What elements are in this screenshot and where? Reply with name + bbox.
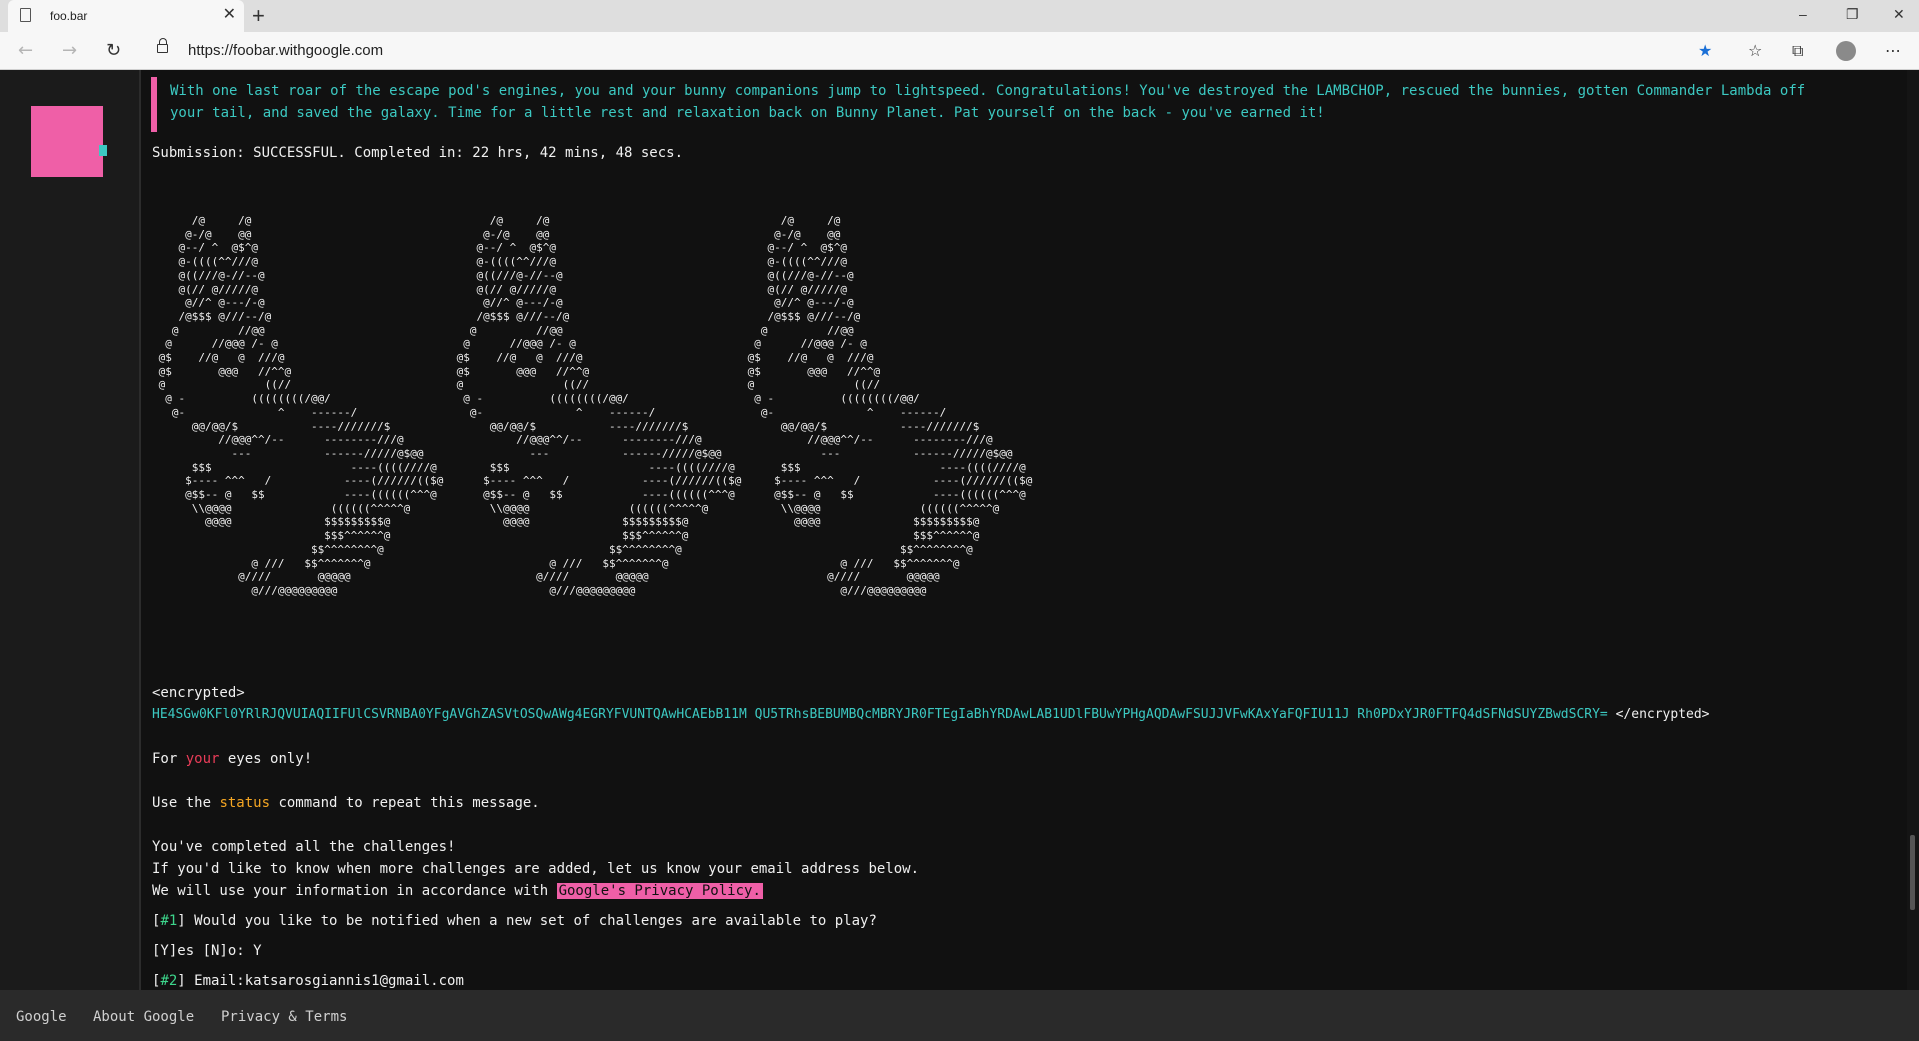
- privacy-pre: We will use your information in accordan…: [152, 883, 557, 899]
- sidebar: [0, 70, 139, 990]
- q2-number: #2: [160, 973, 178, 989]
- eyes-word: your: [185, 751, 220, 767]
- question-1: [#1] Would you like to be notified when …: [152, 913, 877, 929]
- footer-google-link[interactable]: Google: [16, 1009, 67, 1025]
- privacy-line: We will use your information in accordan…: [152, 883, 763, 899]
- footer-privacy-link[interactable]: Privacy & Terms: [221, 1009, 347, 1025]
- submission-status: Submission: SUCCESSFUL. Completed in: 22…: [152, 145, 684, 161]
- forward-icon[interactable]: →: [62, 40, 77, 61]
- status-pre: Use the: [152, 795, 220, 811]
- eyes-pre: For: [152, 751, 186, 767]
- story-line-2: your tail, and saved the galaxy. Time fo…: [170, 105, 1325, 121]
- page-icon: [20, 8, 31, 22]
- tab-strip: foo.bar ✕ + – ❐ ✕: [0, 0, 1919, 32]
- url-field[interactable]: https://foobar.withgoogle.com: [188, 42, 383, 59]
- q2-text: ] Email:katsarosgiannis1@gmail.com: [177, 973, 464, 989]
- scrollbar-thumb[interactable]: [1910, 835, 1915, 910]
- bunny-ascii-art: /@ /@ @-/@ @@ @--/ ^ @$^@ @-((((^^///@ @…: [747, 214, 1033, 597]
- yes-no-answer: [Y]es [N]o: Y: [152, 943, 262, 959]
- bunny-ascii-art: /@ /@ @-/@ @@ @--/ ^ @$^@ @-((((^^///@ @…: [456, 214, 742, 597]
- completed-line: You've completed all the challenges!: [152, 839, 456, 855]
- q1-number: #1: [160, 913, 178, 929]
- footer: Google About Google Privacy & Terms: [0, 990, 1919, 1041]
- terminal[interactable]: With one last roar of the escape pod's e…: [141, 70, 1911, 990]
- question-2: [#2] Email:katsarosgiannis1@gmail.com: [152, 973, 464, 989]
- eyes-post: eyes only!: [219, 751, 313, 767]
- reload-icon[interactable]: ↻: [106, 40, 121, 61]
- know-more-line: If you'd like to know when more challeng…: [152, 861, 920, 877]
- profile-icon[interactable]: [1836, 41, 1856, 61]
- q1-text: ] Would you like to be notified when a n…: [177, 913, 877, 929]
- status-command: status: [219, 795, 271, 811]
- collections-icon[interactable]: ⧉: [1792, 41, 1803, 61]
- footer-about-link[interactable]: About Google: [93, 1009, 194, 1025]
- foobar-logo: [31, 106, 103, 177]
- tab-title: foo.bar: [50, 9, 88, 23]
- more-icon[interactable]: ⋯: [1885, 41, 1901, 60]
- eyes-only-line: For your eyes only!: [152, 751, 312, 767]
- close-window-button[interactable]: ✕: [1893, 6, 1905, 23]
- bunny-ascii-art: /@ /@ @-/@ @@ @--/ ^ @$^@ @-((((^^///@ @…: [158, 214, 444, 597]
- encrypted-message: HE4SGw0KFl0YRlRJQVUIAQIIFUlCSVRNBA0YFgAV…: [152, 707, 1710, 722]
- encrypted-body: HE4SGw0KFl0YRlRJQVUIAQIIFUlCSVRNBA0YFgAV…: [152, 707, 1608, 722]
- star-icon[interactable]: ★: [1698, 41, 1712, 60]
- privacy-policy-link[interactable]: Google's Privacy Policy.: [556, 883, 763, 899]
- browser-tab[interactable]: foo.bar ✕: [8, 0, 244, 32]
- logo-accent: [99, 145, 107, 156]
- favorites-icon[interactable]: ☆: [1748, 41, 1762, 60]
- address-toolbar: ← → ↻ https://foobar.withgoogle.com ★ ☆ …: [0, 32, 1919, 70]
- encrypted-close-tag: </encrypted>: [1607, 707, 1710, 722]
- back-icon[interactable]: ←: [18, 40, 33, 61]
- encrypted-open-tag: <encrypted>: [152, 685, 245, 701]
- story-line-1: With one last roar of the escape pod's e…: [170, 83, 1806, 99]
- new-tab-button[interactable]: +: [252, 3, 265, 29]
- status-post: command to repeat this message.: [270, 795, 540, 811]
- status-hint-line: Use the status command to repeat this me…: [152, 795, 540, 811]
- lock-icon[interactable]: [157, 38, 168, 53]
- close-tab-icon[interactable]: ✕: [223, 6, 236, 24]
- minimize-button[interactable]: –: [1799, 6, 1807, 22]
- quote-bar: [151, 77, 157, 132]
- restore-button[interactable]: ❐: [1846, 6, 1859, 23]
